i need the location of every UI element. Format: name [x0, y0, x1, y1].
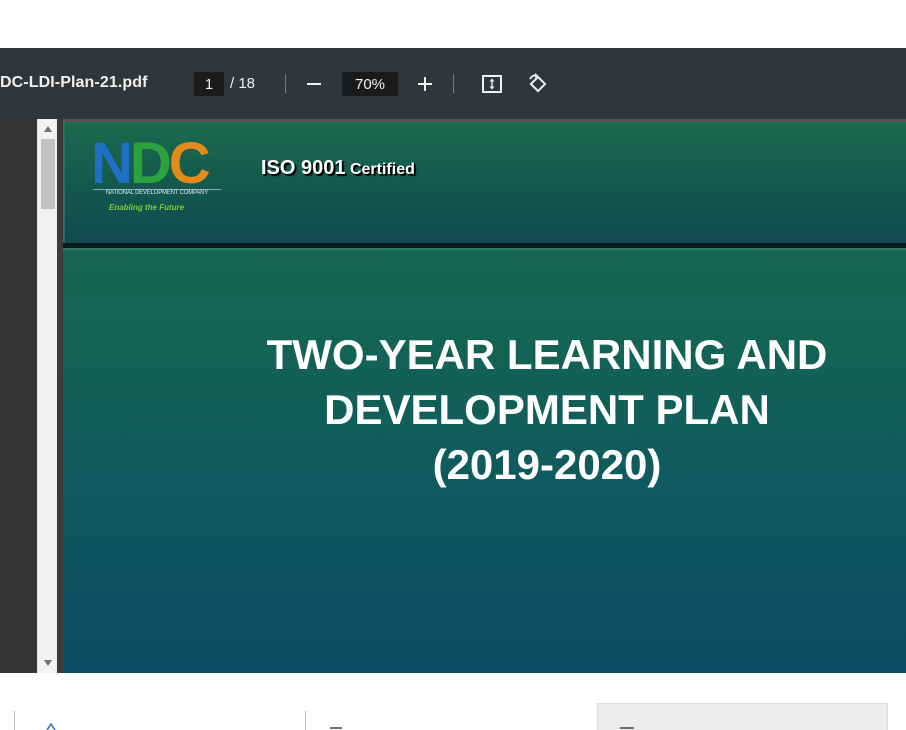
- scroll-down-button[interactable]: [38, 656, 58, 670]
- zoom-level-input[interactable]: [342, 72, 398, 96]
- pdf-toolbar: DC-LDI-Plan-21.pdf / 18: [0, 48, 906, 119]
- rotate-button[interactable]: [522, 69, 552, 99]
- bottom-taskbar: [0, 673, 906, 730]
- plus-icon: [418, 77, 432, 91]
- page-total: / 18: [230, 75, 256, 92]
- pdf-page: NDC NATIONAL DEVELOPMENT COMPANY Enablin…: [63, 122, 906, 673]
- iso-certification: ISO 9001 Certified: [261, 157, 415, 180]
- logo-letter-n: N: [91, 131, 133, 196]
- title-line: (2019-2020): [432, 441, 662, 488]
- page-number-input[interactable]: [194, 72, 224, 96]
- vertical-scrollbar[interactable]: [37, 119, 57, 673]
- iso-certified-label: Certified: [349, 161, 415, 178]
- logo-letter-c: C: [168, 131, 211, 196]
- rotate-icon: [529, 73, 547, 93]
- file-name: DC-LDI-Plan-21.pdf: [0, 74, 148, 91]
- logo-letters: NDC: [91, 131, 211, 196]
- bottom-divider: [14, 711, 15, 730]
- zoom-out-button[interactable]: [299, 69, 329, 99]
- bottom-divider: [305, 711, 306, 730]
- logo-subtitle: NATIONAL DEVELOPMENT COMPANY: [93, 189, 221, 196]
- zoom-in-button[interactable]: [410, 69, 440, 99]
- scrollbar-thumb[interactable]: [41, 139, 55, 209]
- logo-tagline: Enabling the Future: [109, 203, 185, 212]
- bottom-panel[interactable]: [597, 703, 888, 730]
- toolbar-divider: [453, 74, 454, 93]
- scroll-up-button[interactable]: [38, 122, 58, 136]
- sidebar-strip: [0, 119, 37, 673]
- fit-to-page-button[interactable]: [477, 69, 507, 99]
- triangle-down-icon: [44, 660, 52, 666]
- app-icon[interactable]: [620, 726, 634, 730]
- minus-icon: [307, 83, 321, 85]
- header-divider-accent: [63, 248, 906, 250]
- slide-title: TWO-YEAR LEARNING AND DEVELOPMENT PLAN (…: [183, 327, 906, 492]
- ndc-logo: NDC NATIONAL DEVELOPMENT COMPANY Enablin…: [91, 134, 223, 216]
- logo-letter-d: D: [129, 131, 172, 196]
- document-viewport: NDC NATIONAL DEVELOPMENT COMPANY Enablin…: [0, 119, 906, 673]
- iso-label: ISO 9001: [261, 157, 346, 179]
- pdf-viewer-window: DC-LDI-Plan-21.pdf / 18: [0, 0, 906, 730]
- title-line: TWO-YEAR LEARNING AND: [266, 331, 828, 378]
- triangle-up-icon: [44, 126, 52, 132]
- app-icon[interactable]: [46, 723, 56, 730]
- fit-page-icon: [482, 75, 502, 93]
- title-line: DEVELOPMENT PLAN: [324, 386, 770, 433]
- app-icon[interactable]: [330, 726, 342, 730]
- toolbar-divider: [285, 74, 286, 93]
